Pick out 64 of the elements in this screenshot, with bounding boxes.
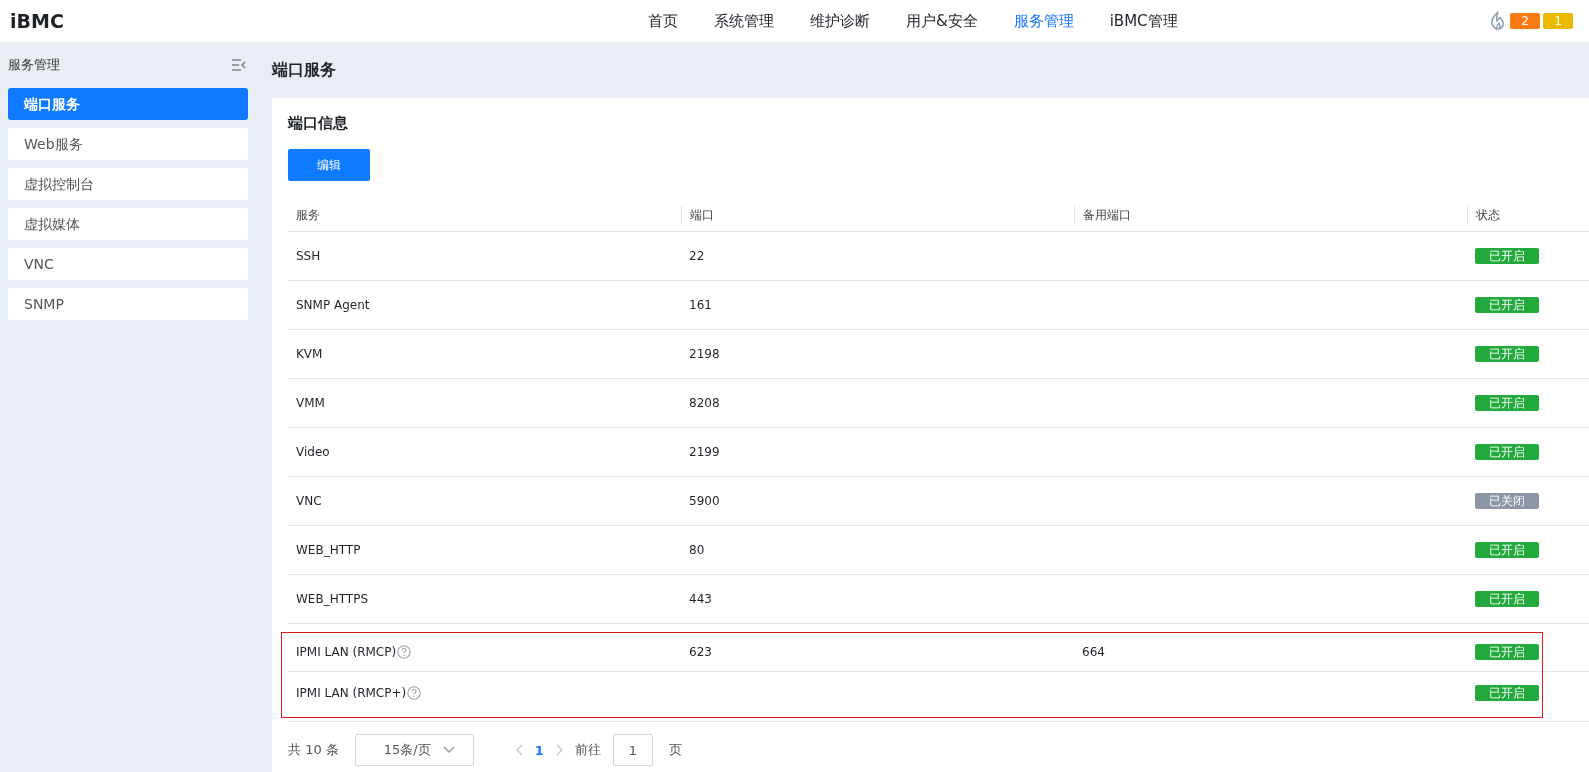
nav-tab[interactable]: 用户&安全 <box>888 11 996 31</box>
next-page-icon[interactable] <box>555 744 563 756</box>
table-cell: IPMI LAN (RMCP) <box>296 644 397 659</box>
column-header: 服务 <box>296 206 320 224</box>
table-cell: 22 <box>689 249 705 263</box>
column-header: 端口 <box>690 206 714 224</box>
help-icon[interactable] <box>407 685 422 700</box>
collapse-icon[interactable] <box>232 59 246 71</box>
table-cell: 80 <box>689 543 705 557</box>
table-cell: IPMI LAN (RMCP+) <box>296 685 407 700</box>
table-cell: KVM <box>296 347 323 361</box>
status-badge: 已关闭 <box>1475 493 1539 509</box>
nav-tab[interactable]: 首页 <box>630 11 696 31</box>
status-badge: 已开启 <box>1475 395 1539 411</box>
card-title: 端口信息 <box>288 114 349 133</box>
column-header: 状态 <box>1476 206 1500 224</box>
table-cell: 443 <box>689 592 712 606</box>
sidebar-item[interactable]: 端口服务 <box>8 88 248 120</box>
status-badge: 已开启 <box>1475 444 1539 460</box>
goto-page-field[interactable]: 1 <box>612 734 653 766</box>
page-size-select[interactable]: 15条/页 <box>354 734 474 766</box>
help-icon[interactable] <box>397 644 412 659</box>
sidebar-item[interactable]: VNC <box>8 248 248 280</box>
status-badge: 已开启 <box>1475 643 1539 660</box>
table-cell: 5900 <box>689 494 720 508</box>
total-count: 共 10 条 <box>288 741 339 759</box>
logo: iBMC <box>10 10 65 32</box>
page-unit-label: 页 <box>668 741 682 759</box>
table-cell: 161 <box>689 298 712 312</box>
nav-tab[interactable]: 维护诊断 <box>792 11 888 31</box>
sidebar-item[interactable]: 虚拟媒体 <box>8 208 248 240</box>
status-badge: 已开启 <box>1475 346 1539 362</box>
table-cell: 664 <box>1082 644 1105 659</box>
flame-icon[interactable] <box>1490 11 1504 31</box>
status-badge: 已开启 <box>1475 297 1539 313</box>
table-cell: SNMP Agent <box>296 298 370 312</box>
table-cell: 2198 <box>689 347 720 361</box>
status-badge: 已开启 <box>1475 684 1539 701</box>
previous-page-icon[interactable] <box>515 744 523 756</box>
page-number[interactable]: 1 <box>534 742 544 758</box>
nav-tab[interactable]: iBMC管理 <box>1091 11 1196 31</box>
table-cell: VMM <box>296 396 325 410</box>
status-badge: 已开启 <box>1475 591 1539 607</box>
table-cell: SSH <box>296 249 321 263</box>
table-cell: 8208 <box>689 396 720 410</box>
page-title: 端口服务 <box>272 59 337 81</box>
goto-label: 前往 <box>574 741 601 759</box>
sidebar-item[interactable]: Web服务 <box>8 128 248 160</box>
sidebar-item[interactable]: SNMP <box>8 288 248 320</box>
table-cell: 2199 <box>689 445 720 459</box>
table-cell: VNC <box>296 494 322 508</box>
chevron-down-icon <box>442 746 455 754</box>
nav-tab[interactable]: 系统管理 <box>696 11 792 31</box>
table-cell: Video <box>296 445 330 459</box>
status-badge: 已开启 <box>1475 542 1539 558</box>
sidebar-title: 服务管理 <box>8 56 60 74</box>
table-cell: 623 <box>689 644 712 659</box>
table-cell: WEB_HTTP <box>296 543 361 557</box>
nav-tab[interactable]: 服务管理 <box>995 11 1092 31</box>
sidebar-item[interactable]: 虚拟控制台 <box>8 168 248 200</box>
status-badge: 已开启 <box>1475 248 1539 264</box>
edit-button[interactable]: 编辑 <box>288 149 370 181</box>
table-cell: WEB_HTTPS <box>296 592 368 606</box>
column-header: 备用端口 <box>1083 206 1131 224</box>
